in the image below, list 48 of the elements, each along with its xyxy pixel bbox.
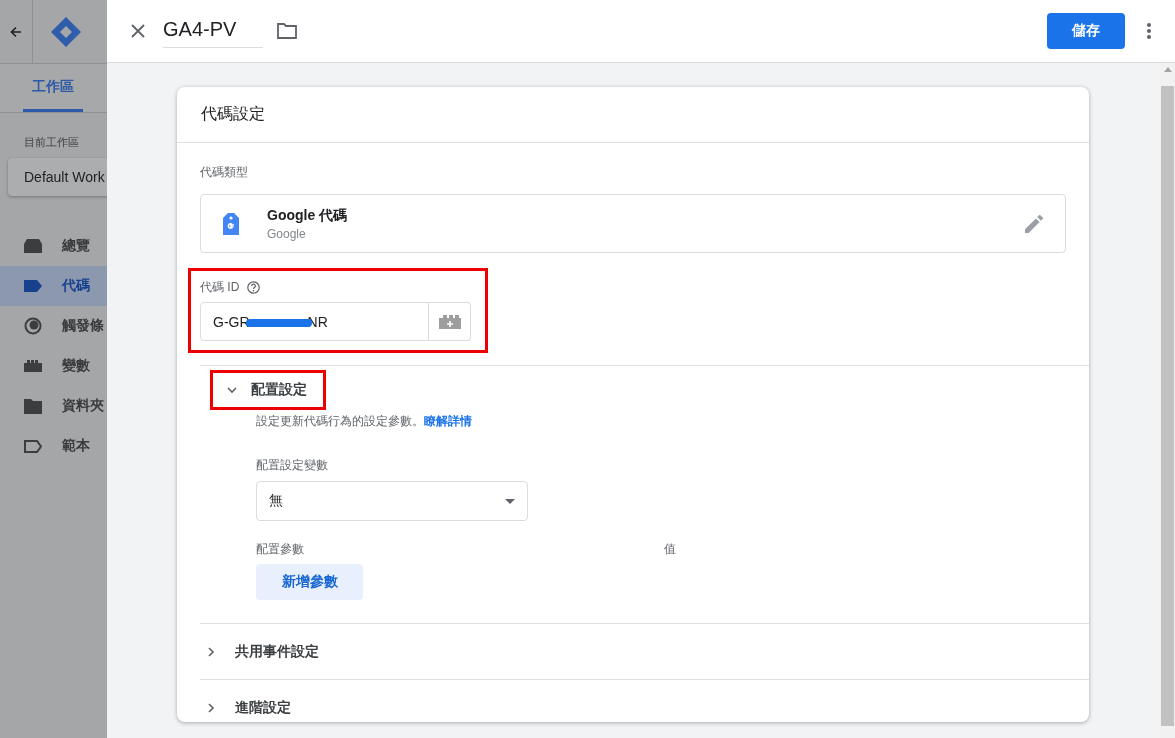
tag-icon	[24, 280, 42, 292]
column-header: 配置參數	[256, 541, 304, 558]
brick-plus-icon	[438, 314, 461, 329]
field-label: 代碼類型	[200, 164, 249, 181]
folder-icon	[24, 398, 42, 414]
nav-item[interactable]: 範本	[0, 426, 107, 466]
workspace-tab[interactable]: 工作區	[23, 64, 83, 112]
field-label: 配置設定變數	[256, 457, 329, 474]
tag-type-vendor: Google	[267, 226, 307, 241]
learn-more-link[interactable]: 瞭解詳情	[424, 414, 472, 428]
tag-outline-icon	[24, 439, 42, 453]
field-label: 代碼 ID	[200, 279, 240, 296]
section-description: 設定更新代碼行為的設定參數。瞭解詳情	[256, 413, 473, 430]
nav-item[interactable]: 代碼	[0, 266, 107, 306]
save-button[interactable]: 儲存	[1047, 13, 1125, 49]
brick-icon	[24, 360, 42, 372]
config-variable-select[interactable]: 無	[256, 481, 528, 521]
nav-item[interactable]: 總覽	[0, 226, 107, 266]
more-icon[interactable]	[1147, 23, 1151, 39]
nav-item[interactable]: 觸發條	[0, 306, 107, 346]
workspace-selector[interactable]: Default Work	[8, 158, 107, 196]
chevron-right-icon[interactable]	[208, 702, 215, 713]
tag-name-field[interactable]: GA4-PV	[163, 14, 263, 48]
workspace-label: 目前工作區	[24, 135, 80, 150]
card-title: 代碼設定	[177, 87, 1089, 143]
dropdown-arrow-icon	[505, 498, 515, 504]
tray-icon	[24, 239, 42, 253]
trigger-icon	[24, 317, 42, 335]
nav-item[interactable]: 資料夾	[0, 386, 107, 426]
diamond-logo-icon	[50, 15, 82, 48]
close-icon[interactable]	[131, 24, 145, 38]
section-title[interactable]: 共用事件設定	[235, 642, 319, 661]
column-header: 值	[664, 541, 676, 558]
pencil-icon[interactable]	[1025, 214, 1043, 233]
tag-g-icon	[223, 212, 239, 235]
section-title[interactable]: 進階設定	[235, 698, 291, 717]
tag-type-name: Google 代碼	[267, 206, 348, 225]
section-title[interactable]: 配置設定	[251, 381, 307, 399]
chevron-right-icon[interactable]	[208, 646, 215, 657]
tag-type-box[interactable]: Google 代碼 Google	[200, 194, 1066, 253]
scrollbar-thumb[interactable]	[1161, 86, 1174, 726]
nav-item[interactable]: 變數	[0, 346, 107, 386]
chevron-down-icon[interactable]	[227, 386, 237, 394]
back-arrow-icon[interactable]	[10, 25, 22, 38]
add-parameter-button[interactable]: 新增參數	[256, 564, 363, 600]
variable-picker-button[interactable]	[429, 302, 471, 341]
folder-outline-icon[interactable]	[277, 23, 297, 39]
help-icon[interactable]	[247, 281, 261, 294]
